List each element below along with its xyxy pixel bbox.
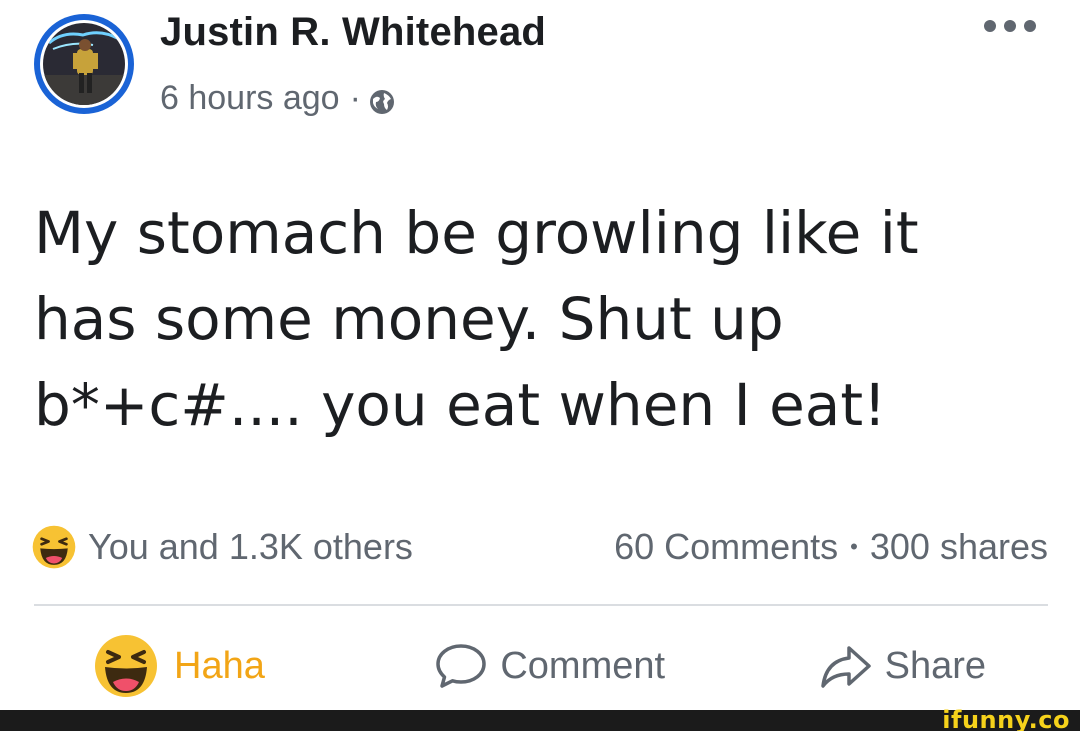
haha-reaction-icon bbox=[32, 525, 76, 569]
post-actions: Haha Comment Share bbox=[34, 628, 1048, 704]
ifunny-watermark: ifunny.co bbox=[942, 706, 1070, 731]
meta-separator: · bbox=[349, 78, 361, 117]
avatar-photo bbox=[43, 23, 125, 105]
footer-bar: ifunny.co bbox=[0, 706, 1080, 731]
post-text: My stomach be growling like it has some … bbox=[34, 190, 1044, 448]
haha-label: Haha bbox=[174, 644, 265, 687]
haha-icon bbox=[94, 634, 158, 698]
shares-count[interactable]: 300 shares bbox=[870, 526, 1048, 568]
avatar[interactable] bbox=[34, 14, 134, 114]
share-label: Share bbox=[884, 644, 986, 687]
reaction-count[interactable]: You and 1.3K others bbox=[32, 525, 413, 569]
comment-icon bbox=[434, 642, 488, 690]
more-options-icon[interactable] bbox=[984, 18, 1036, 34]
reaction-summary-text: You and 1.3K others bbox=[88, 526, 413, 567]
facebook-post: Justin R. Whitehead 6 hours ago · My sto… bbox=[0, 0, 1080, 731]
divider bbox=[34, 604, 1048, 606]
reactions-summary: You and 1.3K others 60 Comments • 300 sh… bbox=[32, 522, 1048, 572]
share-icon bbox=[819, 642, 873, 690]
counts-separator: • bbox=[850, 534, 858, 559]
post-text-line: has some money. Shut up bbox=[34, 285, 784, 353]
engagement-counts: 60 Comments • 300 shares bbox=[614, 526, 1048, 568]
post-text-line: My stomach be growling like it bbox=[34, 199, 919, 267]
comment-button[interactable]: Comment bbox=[434, 642, 665, 690]
post-meta: 6 hours ago · bbox=[160, 78, 395, 118]
comments-count[interactable]: 60 Comments bbox=[614, 526, 838, 568]
share-button[interactable]: Share bbox=[819, 642, 986, 690]
post-timestamp[interactable]: 6 hours ago bbox=[160, 79, 340, 118]
haha-button[interactable]: Haha bbox=[94, 634, 265, 698]
author-name[interactable]: Justin R. Whitehead bbox=[160, 10, 546, 55]
post-text-line: b*+c#.... you eat when I eat! bbox=[34, 371, 887, 439]
comment-label: Comment bbox=[500, 644, 666, 687]
globe-icon[interactable] bbox=[369, 85, 395, 114]
